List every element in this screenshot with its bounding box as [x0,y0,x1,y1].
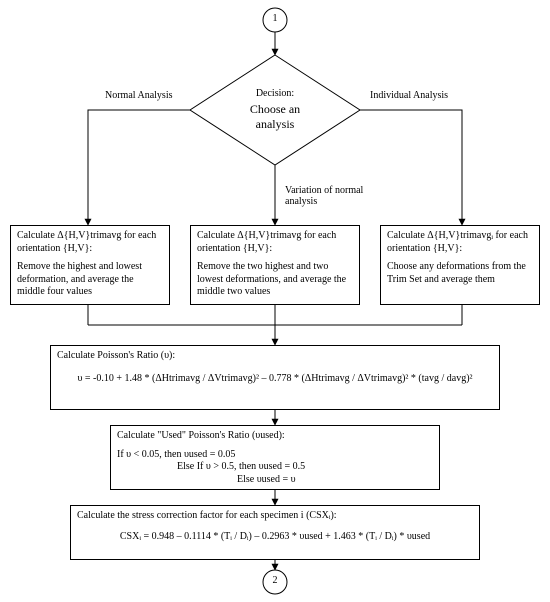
box-csx-title: Calculate the stress correction factor f… [77,510,473,523]
branch-left-label: Normal Analysis [105,90,173,101]
connector-top-label: 1 [269,13,281,24]
decision-line1: Choose an [225,102,325,117]
box-variation-l2: Remove the two highest and two lowest de… [197,261,353,299]
box-used-l1: If υ < 0.05, then υused = 0.05 [117,449,433,462]
connector-bottom-label: 2 [269,575,281,586]
box-variation-analysis: Calculate Δ{H,V}trimavg for each orienta… [190,225,360,305]
box-csx: Calculate the stress correction factor f… [70,505,480,560]
box-used-l2: Else If υ > 0.5, then υused = 0.5 [117,461,433,474]
decision-title: Decision: [230,88,320,99]
box-normal-l2: Remove the highest and lowest deformatio… [17,261,163,299]
box-used-title: Calculate "Used" Poisson's Ratio (υused)… [117,430,433,443]
box-poisson-title: Calculate Poisson's Ratio (υ): [57,350,493,363]
box-used-poisson: Calculate "Used" Poisson's Ratio (υused)… [110,425,440,490]
decision-line2: analysis [225,117,325,132]
box-individual-l2: Choose any deformations from the Trim Se… [387,261,533,286]
box-poisson-formula: υ = -0.10 + 1.48 * (ΔHtrimavg / ΔVtrimav… [57,373,493,386]
box-csx-formula: CSXᵢ = 0.948 – 0.1114 * (Tᵢ / Dᵢ) – 0.29… [77,531,473,544]
box-used-l3: Else υused = υ [117,474,433,487]
box-individual-analysis: Calculate Δ{H,V}trimavgᵢ for each orient… [380,225,540,305]
box-normal-l1: Calculate Δ{H,V}trimavg for each orienta… [17,230,163,255]
box-variation-l1: Calculate Δ{H,V}trimavg for each orienta… [197,230,353,255]
branch-mid-label: Variation of normal analysis [285,185,365,207]
box-poisson: Calculate Poisson's Ratio (υ): υ = -0.10… [50,345,500,410]
box-normal-analysis: Calculate Δ{H,V}trimavg for each orienta… [10,225,170,305]
box-individual-l1: Calculate Δ{H,V}trimavgᵢ for each orient… [387,230,533,255]
branch-right-label: Individual Analysis [370,90,448,101]
